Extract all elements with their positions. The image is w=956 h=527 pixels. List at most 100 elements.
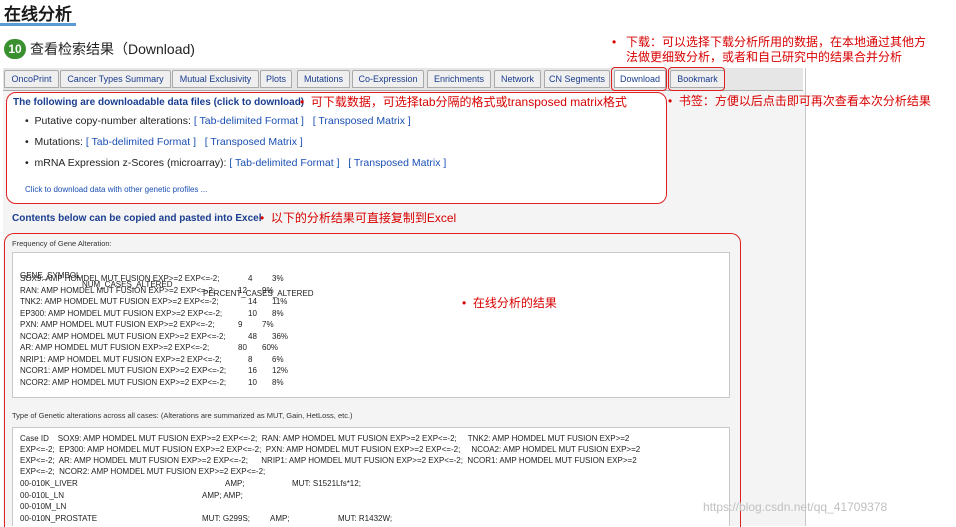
download-item-label: Putative copy-number alterations: xyxy=(34,115,191,127)
download-item-mrna: • mRNA Expression z-Scores (microarray):… xyxy=(25,157,447,169)
row-percent: 60% xyxy=(262,343,279,352)
step-number-badge: 10 xyxy=(4,39,26,59)
tab-enrichments[interactable]: Enrichments xyxy=(427,70,491,88)
types-cell: MUT: S1521Lfs*12; xyxy=(292,479,361,488)
frequency-row: NCOR1: AMP HOMDEL MUT FUSION EXP>=2 EXP<… xyxy=(20,366,720,377)
row-percent: 11% xyxy=(272,297,288,306)
tab-network[interactable]: Network xyxy=(494,70,541,88)
download-item-mutations: • Mutations: [ Tab-delimited Format ] [ … xyxy=(25,136,303,148)
step-title: 查看检索结果（Download) xyxy=(30,41,195,57)
bullet: • xyxy=(300,95,305,109)
step-header: 10 查看检索结果（Download) xyxy=(4,38,195,60)
download-tab-highlight xyxy=(611,67,667,91)
types-cell: MUT: R1432W; xyxy=(338,513,393,523)
row-gene: NCOA2: AMP HOMDEL MUT FUSION EXP>=2 EXP<… xyxy=(20,331,226,341)
row-num-cases: 12 xyxy=(238,285,247,295)
frequency-row: NCOR2: AMP HOMDEL MUT FUSION EXP>=2 EXP<… xyxy=(20,378,720,389)
row-num-cases: 10 xyxy=(248,377,257,387)
types-cell: 00-010N_PROSTATE xyxy=(20,513,98,523)
tab-mutations[interactable]: Mutations xyxy=(297,70,350,88)
row-percent: 7% xyxy=(262,320,274,329)
bullet: • xyxy=(462,296,467,310)
frequency-row: SOX9: AMP HOMDEL MUT FUSION EXP>=2 EXP<=… xyxy=(20,274,720,285)
panel-edge xyxy=(805,68,806,526)
row-gene: EP300: AMP HOMDEL MUT FUSION EXP>=2 EXP<… xyxy=(20,308,223,318)
row-gene: AR: AMP HOMDEL MUT FUSION EXP>=2 EXP<=-2… xyxy=(20,343,210,352)
types-row: 00-010L_LN AMP; AMP; xyxy=(20,491,720,502)
row-num-cases: 8 xyxy=(248,354,253,364)
download-annotation-line1: 下载：可以选择下载分析所用的数据，在本地通过其他方 xyxy=(626,35,927,49)
row-gene: NCOR1: AMP HOMDEL MUT FUSION EXP>=2 EXP<… xyxy=(20,366,227,375)
bullet: • xyxy=(260,211,265,225)
row-percent: 8% xyxy=(272,308,284,318)
row-gene: PXN: AMP HOMDEL MUT FUSION EXP>=2 EXP<=-… xyxy=(20,320,215,329)
bookmark-annotation-text: 书签：方便以后点击即可再次查看本次分析结果 xyxy=(678,94,931,108)
types-header-line: EXP<=-2; AR: AMP HOMDEL MUT FUSION EXP>=… xyxy=(20,456,637,465)
row-percent: 9% xyxy=(262,285,274,295)
title-underline xyxy=(0,23,76,26)
frequency-label: Frequency of Gene Alteration: xyxy=(12,239,112,248)
row-gene: NRIP1: AMP HOMDEL MUT FUSION EXP>=2 EXP<… xyxy=(20,354,222,364)
frequency-row: RAN: AMP HOMDEL MUT FUSION EXP>=2 EXP<=-… xyxy=(20,286,720,297)
bullet: • xyxy=(668,94,673,108)
transposed-matrix-link[interactable]: [ Transposed Matrix ] xyxy=(313,115,411,127)
page-title: 在线分析 xyxy=(4,5,72,24)
row-num-cases: 9 xyxy=(238,320,243,329)
row-num-cases: 4 xyxy=(248,274,253,283)
excel-annotation: • 以下的分析结果可直接复制到Excel xyxy=(260,211,456,226)
excel-annotation-text: 以下的分析结果可直接复制到Excel xyxy=(270,211,457,225)
tab-cn-segments[interactable]: CN Segments xyxy=(544,70,610,88)
results-annotation-text: 在线分析的结果 xyxy=(472,296,557,310)
genetic-types-textarea[interactable]: Case ID SOX9: AMP HOMDEL MUT FUSION EXP>… xyxy=(12,427,730,526)
tab-mutual-exclusivity[interactable]: Mutual Exclusivity xyxy=(172,70,259,88)
tab-co-expression[interactable]: Co-Expression xyxy=(352,70,424,88)
bullet: • xyxy=(612,35,617,49)
tab-oncoprint[interactable]: OncoPrint xyxy=(4,70,59,88)
bookmark-annotation: • 书签：方便以后点击即可再次查看本次分析结果 xyxy=(668,94,931,109)
other-profiles-link[interactable]: Click to download data with other geneti… xyxy=(25,185,207,194)
tab-delimited-link[interactable]: [ Tab-delimited Format ] xyxy=(229,157,339,169)
row-gene: SOX9: AMP HOMDEL MUT FUSION EXP>=2 EXP<=… xyxy=(20,274,220,283)
row-percent: 8% xyxy=(272,377,284,387)
frequency-row: EP300: AMP HOMDEL MUT FUSION EXP>=2 EXP<… xyxy=(20,309,720,320)
row-num-cases: 16 xyxy=(248,366,257,375)
types-cell: AMP; xyxy=(270,513,290,523)
download-item-cna: • Putative copy-number alterations: [ Ta… xyxy=(25,115,411,127)
tab-delimited-link[interactable]: [ Tab-delimited Format ] xyxy=(86,136,196,148)
transposed-matrix-link[interactable]: [ Transposed Matrix ] xyxy=(205,136,303,148)
types-row: 00-010K_LIVER AMP; MUT: S1521Lfs*12; xyxy=(20,479,720,490)
tab-cancer-types-summary[interactable]: Cancer Types Summary xyxy=(60,70,171,88)
download-annotation: • 下载：可以选择下载分析所用的数据，在本地通过其他方 法做更细致分析，或者和自… xyxy=(612,35,952,65)
types-cell: 00-010K_LIVER xyxy=(20,479,78,488)
tab-plots[interactable]: Plots xyxy=(260,70,292,88)
watermark: https://blog.csdn.net/qq_41709378 xyxy=(703,500,888,514)
types-header-line: EXP<=-2; EP300: AMP HOMDEL MUT FUSION EX… xyxy=(20,445,641,454)
row-gene: NCOR2: AMP HOMDEL MUT FUSION EXP>=2 EXP<… xyxy=(20,377,227,387)
transposed-matrix-link[interactable]: [ Transposed Matrix ] xyxy=(348,157,446,169)
frequency-header-row: GENE_SYMBOL NUM_CASES_ALTERED PERCENT_CA… xyxy=(20,262,720,298)
frequency-row: NRIP1: AMP HOMDEL MUT FUSION EXP>=2 EXP<… xyxy=(20,355,720,366)
row-num-cases: 10 xyxy=(248,308,257,318)
row-num-cases: 80 xyxy=(238,343,247,352)
tab-delimited-link[interactable]: [ Tab-delimited Format ] xyxy=(194,115,304,127)
frequency-row: AR: AMP HOMDEL MUT FUSION EXP>=2 EXP<=-2… xyxy=(20,343,720,354)
types-header-line: EXP<=-2; NCOR2: AMP HOMDEL MUT FUSION EX… xyxy=(20,467,266,476)
types-cell: MUT: G299S; xyxy=(202,513,251,523)
download-data-annotation: • 可下载数据，可选择tab分隔的格式或transposed matrix格式 xyxy=(300,95,627,110)
types-row: 00-010N_PROSTATE MUT: G299S; AMP; MUT: R143… xyxy=(20,514,720,525)
frequency-row: PXN: AMP HOMDEL MUT FUSION EXP>=2 EXP<=-… xyxy=(20,320,720,331)
frequency-textarea[interactable]: GENE_SYMBOL NUM_CASES_ALTERED PERCENT_CA… xyxy=(12,252,730,398)
types-cell: AMP; AMP; xyxy=(202,490,243,500)
download-heading: The following are downloadable data file… xyxy=(13,97,305,108)
copy-excel-heading: Contents below can be copied and pasted … xyxy=(12,213,262,224)
bookmark-tab-highlight xyxy=(668,67,725,91)
row-percent: 36% xyxy=(272,331,289,341)
row-percent: 12% xyxy=(272,366,289,375)
download-item-label: Mutations: xyxy=(34,136,83,148)
frequency-row: TNK2: AMP HOMDEL MUT FUSION EXP>=2 EXP<=… xyxy=(20,297,720,308)
types-row: 00-010M_LN xyxy=(20,502,720,513)
types-cell: 00-010M_LN xyxy=(20,502,67,511)
download-item-label: mRNA Expression z-Scores (microarray): xyxy=(34,157,227,169)
results-annotation: • 在线分析的结果 xyxy=(462,296,557,311)
types-cell: AMP; xyxy=(225,479,245,488)
